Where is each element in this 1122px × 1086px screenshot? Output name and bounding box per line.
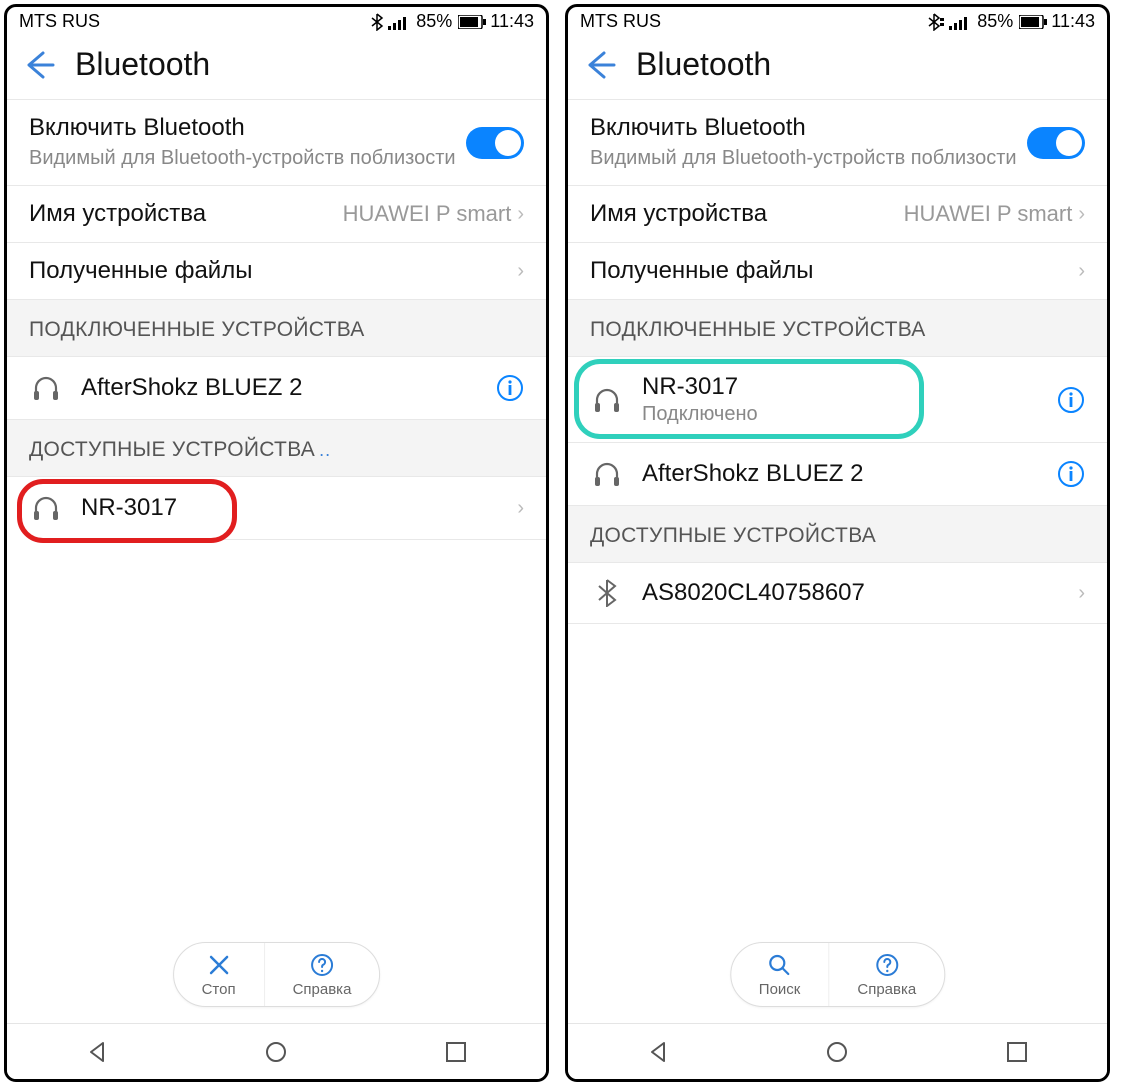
help-icon	[873, 951, 901, 979]
device-name-row[interactable]: Имя устройства HUAWEI P smart ›	[7, 185, 546, 242]
device-status: Подключено	[642, 403, 1039, 426]
toggle-switch[interactable]	[466, 127, 524, 159]
help-button[interactable]: Справка	[264, 943, 380, 1006]
clock-label: 11:43	[490, 11, 534, 32]
phone-left: MTS RUS 85% 11:43 Bluetooth Включить Blu…	[4, 4, 549, 1082]
connected-device-row[interactable]: NR-3017 Подключено	[568, 356, 1107, 442]
help-button[interactable]: Справка	[828, 943, 944, 1006]
search-button[interactable]: Поиск	[731, 943, 829, 1006]
headphones-icon	[590, 459, 624, 489]
received-files-label: Полученные файлы	[590, 257, 1078, 285]
info-icon[interactable]	[1057, 386, 1085, 414]
device-name: AfterShokz BLUEZ 2	[81, 374, 478, 402]
info-icon[interactable]	[1057, 460, 1085, 488]
chevron-right-icon: ›	[1078, 260, 1085, 283]
signal-icon	[949, 14, 971, 30]
status-bar: MTS RUS 85% 11:43	[7, 7, 546, 34]
device-name: AS8020CL40758607	[642, 579, 1060, 607]
battery-percent: 85%	[416, 11, 452, 32]
chevron-right-icon: ›	[517, 203, 524, 226]
bluetooth-icon	[370, 13, 384, 31]
loading-icon: ..	[319, 440, 331, 461]
battery-icon	[1019, 15, 1047, 29]
chevron-right-icon: ›	[517, 497, 524, 520]
chevron-right-icon: ›	[1078, 203, 1085, 226]
battery-percent: 85%	[977, 11, 1013, 32]
available-device-row[interactable]: NR-3017 ›	[7, 476, 546, 539]
help-icon	[308, 951, 336, 979]
close-icon	[205, 951, 233, 979]
header: Bluetooth	[568, 34, 1107, 99]
help-label: Справка	[857, 981, 916, 998]
headphones-icon	[29, 493, 63, 523]
bluetooth-icon	[590, 579, 624, 607]
bluetooth-toggle-row[interactable]: Включить Bluetooth Видимый для Bluetooth…	[568, 99, 1107, 185]
device-name: NR-3017	[81, 494, 499, 522]
headphones-icon	[590, 385, 624, 415]
help-label: Справка	[293, 981, 352, 998]
nav-back-icon[interactable]	[644, 1038, 672, 1066]
chevron-right-icon: ›	[517, 260, 524, 283]
stop-button[interactable]: Стоп	[174, 943, 264, 1006]
device-name: AfterShokz BLUEZ 2	[642, 460, 1039, 488]
received-files-row[interactable]: Полученные файлы ›	[568, 242, 1107, 299]
nav-bar	[7, 1023, 546, 1079]
nav-back-icon[interactable]	[83, 1038, 111, 1066]
signal-icon	[388, 14, 410, 30]
bottom-action-pill: Поиск Справка	[730, 942, 945, 1007]
received-files-row[interactable]: Полученные файлы ›	[7, 242, 546, 299]
device-name-label: Имя устройства	[29, 200, 343, 228]
device-name-row[interactable]: Имя устройства HUAWEI P smart ›	[568, 185, 1107, 242]
device-name-value: HUAWEI P smart	[904, 201, 1073, 227]
section-available-label: ДОСТУПНЫЕ УСТРОЙСТВА	[29, 438, 315, 462]
search-label: Поиск	[759, 981, 801, 998]
connected-device-row[interactable]: AfterShokz BLUEZ 2	[7, 356, 546, 419]
device-name-value: HUAWEI P smart	[343, 201, 512, 227]
header: Bluetooth	[7, 34, 546, 99]
stop-label: Стоп	[202, 981, 236, 998]
section-available: ДОСТУПНЫЕ УСТРОЙСТВА ..	[7, 419, 546, 476]
device-name: NR-3017	[642, 373, 1039, 401]
carrier-label: MTS RUS	[19, 11, 100, 32]
section-connected: ПОДКЛЮЧЕННЫЕ УСТРОЙСТВА	[568, 299, 1107, 356]
battery-icon	[458, 15, 486, 29]
nav-home-icon[interactable]	[823, 1038, 851, 1066]
page-title: Bluetooth	[636, 46, 771, 83]
nav-recent-icon[interactable]	[1003, 1038, 1031, 1066]
section-connected: ПОДКЛЮЧЕННЫЕ УСТРОЙСТВА	[7, 299, 546, 356]
toggle-switch[interactable]	[1027, 127, 1085, 159]
device-name-label: Имя устройства	[590, 200, 904, 228]
connected-device-row[interactable]: AfterShokz BLUEZ 2	[568, 442, 1107, 505]
available-device-row[interactable]: AS8020CL40758607 ›	[568, 562, 1107, 624]
phone-right: MTS RUS 85% 11:43 Bluetooth Включить Blu…	[565, 4, 1110, 1082]
bottom-action-pill: Стоп Справка	[173, 942, 381, 1007]
clock-label: 11:43	[1051, 11, 1095, 32]
toggle-title: Включить Bluetooth	[590, 114, 1027, 142]
bluetooth-connected-icon	[927, 13, 945, 31]
headphones-icon	[29, 373, 63, 403]
nav-bar	[568, 1023, 1107, 1079]
toggle-subtitle: Видимый для Bluetooth-устройств поблизос…	[29, 146, 466, 171]
toggle-subtitle: Видимый для Bluetooth-устройств поблизос…	[590, 146, 1027, 171]
back-icon[interactable]	[584, 49, 616, 81]
nav-recent-icon[interactable]	[442, 1038, 470, 1066]
search-icon	[766, 951, 794, 979]
info-icon[interactable]	[496, 374, 524, 402]
bluetooth-toggle-row[interactable]: Включить Bluetooth Видимый для Bluetooth…	[7, 99, 546, 185]
back-icon[interactable]	[23, 49, 55, 81]
page-title: Bluetooth	[75, 46, 210, 83]
nav-home-icon[interactable]	[262, 1038, 290, 1066]
section-available: ДОСТУПНЫЕ УСТРОЙСТВА	[568, 505, 1107, 562]
toggle-title: Включить Bluetooth	[29, 114, 466, 142]
chevron-right-icon: ›	[1078, 582, 1085, 605]
received-files-label: Полученные файлы	[29, 257, 517, 285]
carrier-label: MTS RUS	[580, 11, 661, 32]
status-bar: MTS RUS 85% 11:43	[568, 7, 1107, 34]
